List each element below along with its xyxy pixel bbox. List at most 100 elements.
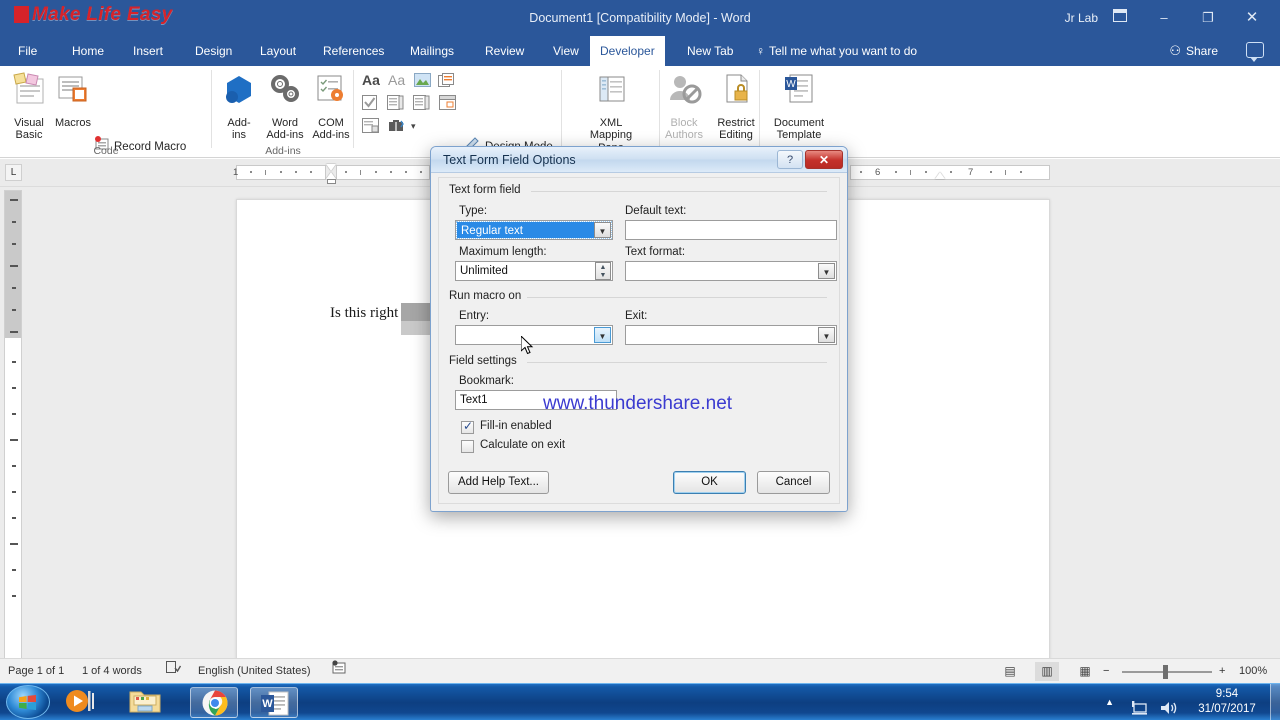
- text-format-combobox[interactable]: ▼: [625, 261, 837, 281]
- system-clock[interactable]: 9:54 31/07/2017: [1188, 687, 1266, 717]
- right-indent-marker[interactable]: [935, 172, 945, 179]
- mouse-cursor: [520, 334, 535, 361]
- calculate-on-exit-checkbox[interactable]: [461, 440, 474, 453]
- spinner-down-icon[interactable]: ▼: [596, 271, 610, 279]
- exit-dropdown-arrow-icon[interactable]: ▼: [818, 327, 835, 343]
- share-button[interactable]: ⚇ Share: [1169, 36, 1218, 66]
- maximize-restore-button[interactable]: ❐: [1186, 0, 1230, 36]
- tell-me-search[interactable]: ♀ Tell me what you want to do: [756, 36, 917, 66]
- close-button[interactable]: ✕: [1230, 0, 1274, 36]
- user-account-name[interactable]: Jr Lab: [1065, 0, 1098, 36]
- zoom-out-button[interactable]: −: [1103, 659, 1109, 684]
- tab-home[interactable]: Home: [62, 36, 114, 66]
- show-desktop-button[interactable]: [1270, 684, 1280, 720]
- ok-button[interactable]: OK: [673, 471, 746, 494]
- share-label: Share: [1185, 44, 1218, 58]
- document-template-button[interactable]: W Document Template: [766, 71, 832, 142]
- tab-mailings[interactable]: Mailings: [400, 36, 464, 66]
- word-count[interactable]: 1 of 4 words: [82, 659, 142, 684]
- vertical-ruler[interactable]: [4, 190, 22, 662]
- type-value: Regular text: [456, 221, 612, 239]
- entry-dropdown-arrow-icon[interactable]: ▼: [594, 327, 611, 343]
- zoom-level[interactable]: 100%: [1239, 659, 1267, 684]
- macros-button[interactable]: Macros: [46, 71, 100, 129]
- logo-icon: [14, 6, 29, 23]
- type-dropdown-arrow-icon[interactable]: ▼: [594, 222, 611, 238]
- combo-box-control-icon[interactable]: [387, 95, 404, 115]
- hanging-indent-marker[interactable]: [326, 172, 336, 179]
- word-application-window: Document1 [Compatibility Mode] - Word Jr…: [0, 0, 1280, 720]
- tab-view[interactable]: View: [543, 36, 589, 66]
- print-layout-view-button[interactable]: ▥: [1035, 662, 1059, 681]
- text-form-field-options-dialog[interactable]: Text Form Field Options ? ✕ Text form fi…: [430, 146, 848, 512]
- web-layout-view-button[interactable]: ▦: [1073, 662, 1097, 681]
- tab-stop-selector[interactable]: L: [5, 164, 22, 181]
- tab-review[interactable]: Review: [475, 36, 534, 66]
- group-divider: [527, 297, 827, 298]
- tab-developer[interactable]: Developer: [590, 36, 665, 66]
- tab-layout[interactable]: Layout: [250, 36, 306, 66]
- tab-insert[interactable]: Insert: [123, 36, 173, 66]
- record-macro-status-icon[interactable]: [332, 659, 347, 684]
- add-ins-icon: [226, 76, 251, 103]
- comment-icon[interactable]: [1246, 42, 1264, 62]
- left-indent-marker[interactable]: [327, 179, 336, 184]
- macros-label: Macros: [54, 116, 92, 129]
- picture-control-icon[interactable]: [414, 73, 431, 92]
- zoom-slider-handle[interactable]: [1163, 665, 1168, 679]
- dialog-help-button[interactable]: ?: [777, 150, 803, 169]
- tab-new-tab[interactable]: New Tab: [677, 36, 743, 66]
- start-button[interactable]: [6, 685, 50, 719]
- minimize-button[interactable]: –: [1142, 0, 1186, 36]
- windows-media-player-icon[interactable]: [64, 687, 112, 718]
- drop-down-list-control-icon[interactable]: [413, 95, 430, 115]
- page-indicator[interactable]: Page 1 of 1: [8, 659, 64, 684]
- show-hidden-icons-button[interactable]: ▲: [1105, 684, 1114, 720]
- plain-text-control-icon[interactable]: Aa: [388, 72, 405, 88]
- xml-mapping-pane-label-line1: XML Mapping: [589, 116, 633, 142]
- microsoft-word-icon[interactable]: W: [250, 687, 298, 718]
- tab-file[interactable]: File: [8, 36, 47, 66]
- add-help-text-button[interactable]: Add Help Text...: [448, 471, 549, 494]
- repeating-section-control-icon[interactable]: [362, 118, 379, 138]
- com-add-ins-label-line1: COM: [318, 116, 344, 129]
- type-combobox[interactable]: Regular text ▼: [455, 220, 613, 240]
- fill-in-enabled-checkbox[interactable]: [461, 419, 474, 434]
- dialog-close-button[interactable]: ✕: [805, 150, 843, 169]
- tab-references[interactable]: References: [313, 36, 394, 66]
- document-text: Is this right: [330, 305, 399, 321]
- text-format-dropdown-arrow-icon[interactable]: ▼: [818, 263, 835, 279]
- restrict-editing-button[interactable]: Restrict Editing: [708, 71, 764, 142]
- first-line-indent-marker[interactable]: [326, 164, 336, 171]
- maximum-length-input[interactable]: Unlimited: [455, 261, 613, 281]
- volume-icon[interactable]: [1160, 694, 1178, 720]
- maximum-length-spinner[interactable]: ▲ ▼: [595, 262, 611, 280]
- proofing-errors-icon[interactable]: [166, 659, 182, 684]
- cancel-button[interactable]: Cancel: [757, 471, 830, 494]
- exit-combobox[interactable]: ▼: [625, 325, 837, 345]
- language-indicator[interactable]: English (United States): [198, 659, 311, 684]
- read-mode-view-button[interactable]: ▤: [998, 662, 1022, 681]
- default-text-label: Default text:: [625, 205, 687, 217]
- legacy-tools-icon[interactable]: [388, 118, 406, 138]
- legacy-tools-chevron-down-icon[interactable]: ▾: [411, 121, 416, 132]
- spinner-up-icon[interactable]: ▲: [596, 263, 610, 271]
- tell-me-label: Tell me what you want to do: [769, 44, 918, 58]
- ribbon-display-options-icon[interactable]: [1098, 0, 1142, 36]
- date-picker-control-icon[interactable]: [439, 95, 456, 115]
- network-icon[interactable]: [1131, 694, 1148, 720]
- tab-design[interactable]: Design: [185, 36, 242, 66]
- google-chrome-icon[interactable]: [190, 687, 238, 718]
- building-block-gallery-icon[interactable]: [438, 73, 454, 92]
- ribbon-group-label-code: Code: [93, 145, 119, 157]
- clock-date: 31/07/2017: [1198, 703, 1256, 715]
- checkbox-control-icon[interactable]: [362, 95, 378, 115]
- ribbon-tab-bar: File Home Insert Design Layout Reference…: [0, 36, 1280, 66]
- file-explorer-icon[interactable]: [128, 687, 176, 718]
- rich-text-control-icon[interactable]: Aa: [362, 72, 380, 88]
- fill-in-enabled-label: Fill-in enabled: [480, 420, 552, 432]
- com-add-ins-button[interactable]: COM Add-ins: [304, 71, 358, 142]
- default-text-input[interactable]: [625, 220, 837, 240]
- zoom-in-button[interactable]: +: [1219, 659, 1225, 684]
- xml-mapping-pane-button[interactable]: XML Mapping Pane: [580, 71, 642, 154]
